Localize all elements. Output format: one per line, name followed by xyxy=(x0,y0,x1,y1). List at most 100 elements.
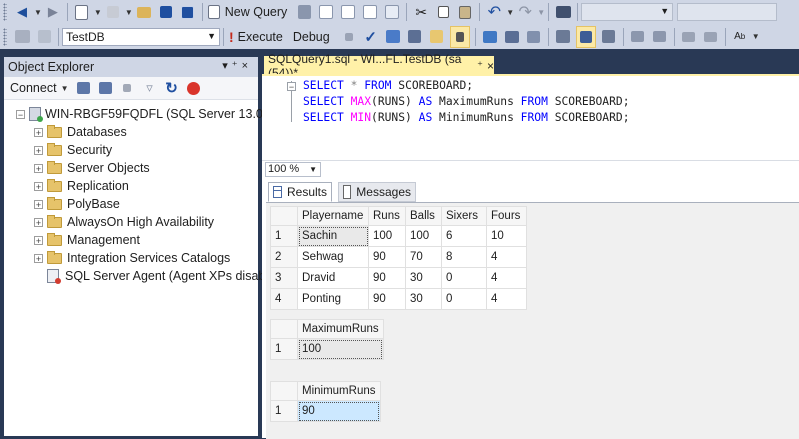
row-number[interactable]: 2 xyxy=(270,246,298,268)
grid-cell[interactable]: 4 xyxy=(486,288,527,310)
grid-cell[interactable]: 4 xyxy=(486,246,527,268)
row-number[interactable]: 3 xyxy=(270,267,298,289)
grid-cell[interactable]: 0 xyxy=(441,288,487,310)
query-designer-icon[interactable] xyxy=(406,27,424,47)
row-number[interactable]: 1 xyxy=(270,400,298,422)
expand-icon[interactable]: + xyxy=(34,181,43,191)
tree-server-node[interactable]: − WIN-RBGF59FQDFL (SQL Server 13.0.16 xyxy=(16,105,280,123)
chevron-down-icon[interactable]: ▼ xyxy=(752,32,760,41)
row-number[interactable]: 1 xyxy=(270,338,298,360)
grid-cell[interactable]: 0 xyxy=(441,267,487,289)
grid-cell[interactable]: 30 xyxy=(405,288,442,310)
analysis-mdx-query-icon[interactable] xyxy=(317,2,335,22)
query-options-icon[interactable] xyxy=(428,27,446,47)
uncomment-icon[interactable] xyxy=(651,27,669,47)
query-editor[interactable]: − SELECT * FROM SCOREBOARD; SELECT MAX(R… xyxy=(262,74,799,439)
expand-icon[interactable]: + xyxy=(34,235,43,245)
query-document-tab[interactable]: SQLQuery1.sql - WI...FL.TestDB (sa (54))… xyxy=(264,52,494,80)
grid-cell[interactable]: 30 xyxy=(405,267,442,289)
tab-messages[interactable]: Messages xyxy=(338,182,416,202)
back-icon[interactable]: ◀ xyxy=(13,2,31,22)
xmla-query-icon[interactable] xyxy=(361,2,379,22)
intellisense-enabled-icon[interactable] xyxy=(449,25,470,48)
find-dropdown[interactable] xyxy=(677,3,778,21)
pin-icon[interactable]: ⁺ xyxy=(477,59,483,72)
grid-cell[interactable]: 90 xyxy=(297,400,381,422)
tree-node-integration-services[interactable]: + Integration Services Catalogs xyxy=(34,249,230,267)
grid-cell[interactable]: 70 xyxy=(405,246,442,268)
expand-icon[interactable]: + xyxy=(34,163,43,173)
save-all-icon[interactable] xyxy=(179,2,197,22)
new-query-button[interactable]: New Query xyxy=(207,2,287,22)
grid-cell[interactable]: 10 xyxy=(486,225,527,247)
code-line-1[interactable]: SELECT * FROM SCOREBOARD; xyxy=(303,79,473,92)
grid-corner[interactable] xyxy=(270,319,298,339)
collapse-icon[interactable]: − xyxy=(16,109,25,119)
grid-cell[interactable]: 90 xyxy=(368,267,406,289)
zoom-dropdown[interactable]: 100 % ▼ xyxy=(265,162,321,177)
grid-cell[interactable]: Sachin xyxy=(297,225,369,247)
chevron-down-icon[interactable]: ▼ xyxy=(94,8,102,17)
activity-monitor-icon[interactable] xyxy=(184,78,202,98)
column-header[interactable]: MinimumRuns xyxy=(297,381,381,401)
open-folder-icon[interactable] xyxy=(135,2,153,22)
close-icon[interactable]: × xyxy=(242,60,252,72)
parse-icon[interactable]: ✓ xyxy=(362,27,380,47)
row-number[interactable]: 4 xyxy=(270,288,298,310)
include-actual-plan-icon[interactable] xyxy=(481,27,499,47)
cancel-query-icon[interactable] xyxy=(340,27,358,47)
table-row[interactable]: 1 Sachin 100 100 6 10 xyxy=(270,225,527,247)
live-query-statistics-icon[interactable] xyxy=(503,27,521,47)
chevron-down-icon[interactable]: ▼ xyxy=(537,8,545,17)
debug-button[interactable]: Debug xyxy=(293,27,330,47)
tree-node-replication[interactable]: + Replication xyxy=(34,177,129,195)
new-project-icon[interactable] xyxy=(73,2,91,22)
grid-cell[interactable]: 100 xyxy=(297,338,384,360)
column-header[interactable]: Fours xyxy=(486,206,527,226)
results-to-file-icon[interactable] xyxy=(600,27,618,47)
expand-icon[interactable]: + xyxy=(34,253,43,263)
comment-out-icon[interactable] xyxy=(629,27,647,47)
tree-node-databases[interactable]: + Databases xyxy=(34,123,127,141)
pin-icon[interactable]: ⁺ xyxy=(232,60,242,72)
expand-icon[interactable]: + xyxy=(34,199,43,209)
specify-template-values-icon[interactable]: Ab xyxy=(731,27,749,47)
results-to-text-icon[interactable] xyxy=(554,27,572,47)
redo-icon[interactable]: ↷ xyxy=(516,2,534,22)
toolbar-grip[interactable] xyxy=(3,27,7,46)
column-header[interactable]: Balls xyxy=(405,206,442,226)
tree-node-server-objects[interactable]: + Server Objects xyxy=(34,159,150,177)
results-grid-minimum[interactable]: MinimumRuns 1 90 xyxy=(270,381,381,422)
results-grid-scoreboard[interactable]: Playername Runs Balls Sixers Fours 1 Sac… xyxy=(270,206,527,310)
tab-results[interactable]: Results xyxy=(268,182,332,202)
dax-query-icon[interactable] xyxy=(383,2,401,22)
grid-cell[interactable]: 8 xyxy=(441,246,487,268)
grid-cell[interactable]: Ponting xyxy=(297,288,369,310)
save-icon[interactable] xyxy=(157,2,175,22)
grid-cell[interactable]: Dravid xyxy=(297,267,369,289)
table-row[interactable]: 4 Ponting 90 30 0 4 xyxy=(270,288,527,310)
code-line-3[interactable]: SELECT MIN(RUNS) AS MinimumRuns FROM SCO… xyxy=(303,111,630,124)
toolbar-grip[interactable] xyxy=(3,3,7,21)
column-header[interactable]: Sixers xyxy=(441,206,487,226)
column-header[interactable]: Playername xyxy=(297,206,369,226)
chevron-down-icon[interactable]: ▼ xyxy=(34,8,42,17)
tree-node-polybase[interactable]: + PolyBase xyxy=(34,195,120,213)
filter-icon[interactable]: ▿ xyxy=(140,78,158,98)
grid-cell[interactable]: 4 xyxy=(486,267,527,289)
connect-button[interactable]: Connect ▼ xyxy=(10,81,68,95)
client-statistics-icon[interactable] xyxy=(525,27,543,47)
chevron-down-icon[interactable]: ▼ xyxy=(125,8,133,17)
expand-icon[interactable]: + xyxy=(34,217,43,227)
column-header[interactable]: Runs xyxy=(368,206,406,226)
undo-icon[interactable]: ↶ xyxy=(485,2,503,22)
grid-cell[interactable]: 6 xyxy=(441,225,487,247)
collapse-outline-icon[interactable]: − xyxy=(287,82,296,92)
increase-indent-icon[interactable] xyxy=(702,27,720,47)
tree-node-alwayson[interactable]: + AlwaysOn High Availability xyxy=(34,213,214,231)
chevron-down-icon[interactable]: ▼ xyxy=(506,8,514,17)
paste-icon[interactable] xyxy=(456,2,474,22)
results-to-grid-icon[interactable] xyxy=(575,25,596,48)
execute-button[interactable]: ! Execute xyxy=(229,27,283,47)
grid-cell[interactable]: 100 xyxy=(405,225,442,247)
